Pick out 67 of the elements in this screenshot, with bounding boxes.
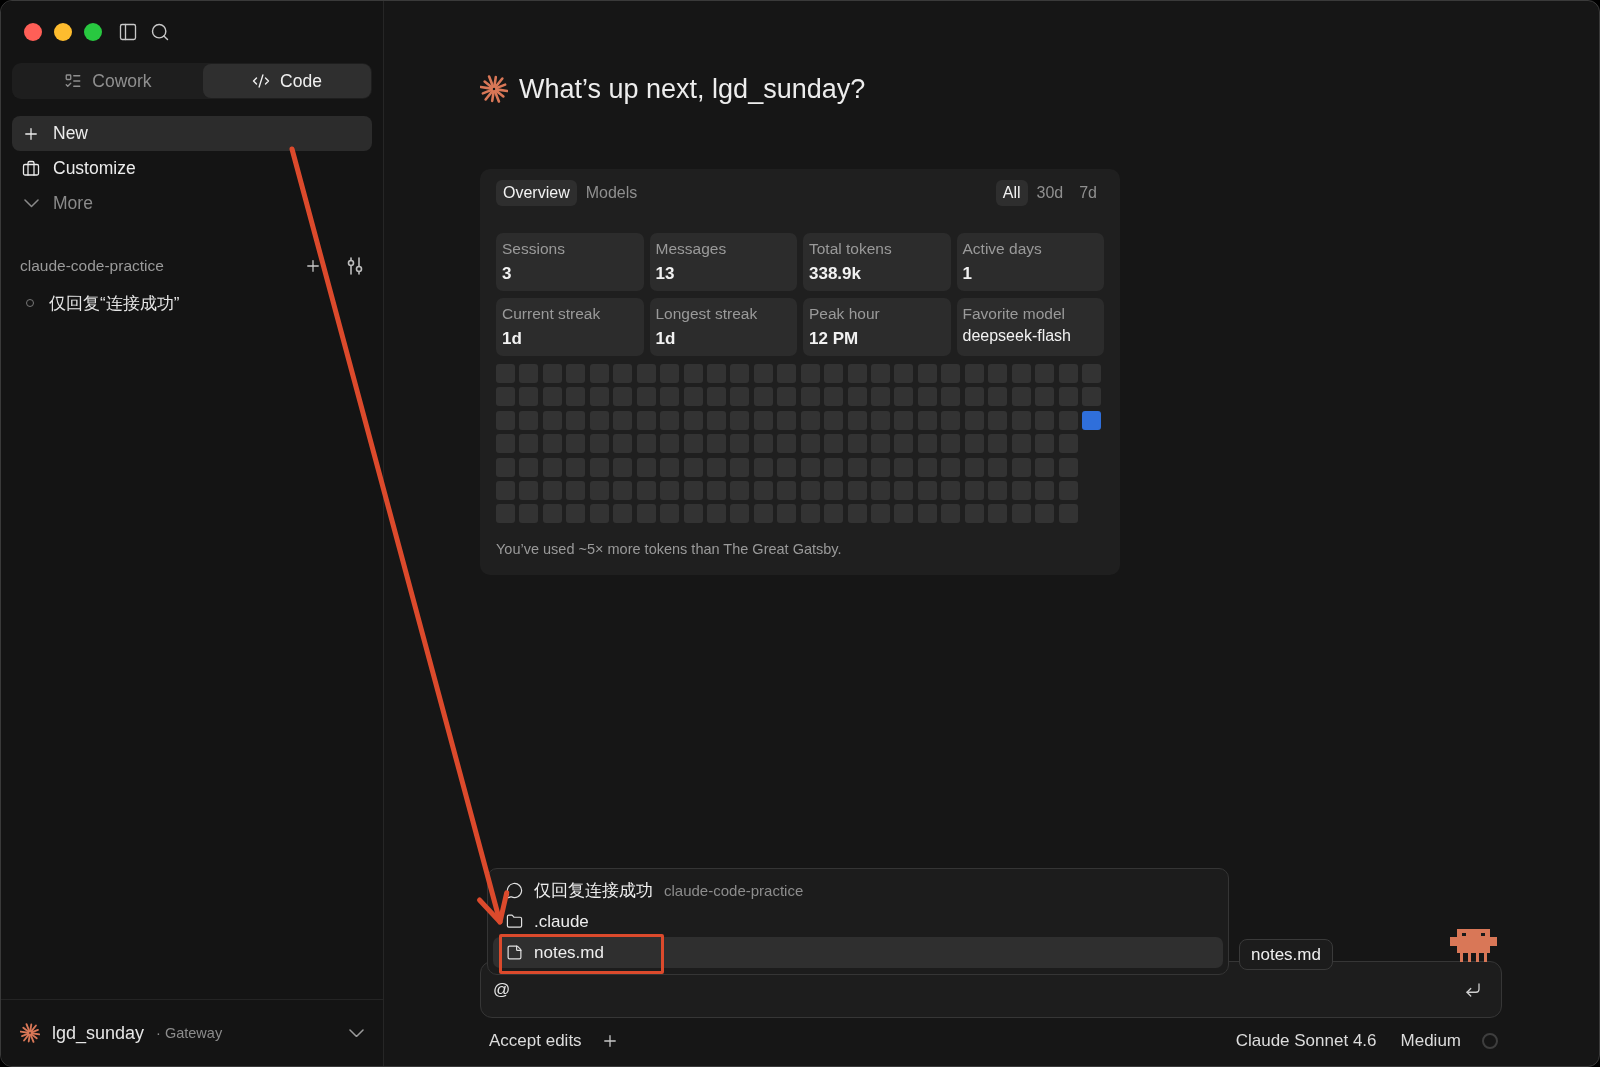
- stat-value: 338.9k: [809, 263, 861, 285]
- window-minimize-button[interactable]: [54, 23, 72, 41]
- chat-bubble-icon: [506, 882, 523, 899]
- window-close-button[interactable]: [24, 23, 42, 41]
- chevron-down-icon[interactable]: [349, 1028, 364, 1038]
- model-selector[interactable]: Claude Sonnet 4.6: [1235, 1030, 1377, 1051]
- stat-label: Sessions: [502, 239, 565, 259]
- nav-item-label: More: [53, 193, 93, 214]
- account-name: lgd_sunday: [52, 1022, 145, 1044]
- stat-value: 3: [502, 263, 512, 285]
- project-name: claude-code-practice: [20, 257, 165, 275]
- stat-value: 1d: [655, 328, 676, 350]
- mention-option[interactable]: notes.md: [493, 937, 1223, 968]
- stat-label: Peak hour: [809, 304, 880, 324]
- nav-item[interactable]: More: [12, 186, 372, 221]
- briefcase-icon: [22, 159, 40, 178]
- stat-value: 1d: [502, 328, 522, 350]
- effort-selector[interactable]: Medium: [1400, 1030, 1461, 1051]
- window-zoom-button[interactable]: [84, 23, 102, 41]
- stat-label: Longest streak: [655, 304, 758, 324]
- view-tab[interactable]: Models: [578, 180, 645, 206]
- option-label: .claude: [534, 911, 589, 932]
- stat-value: 1: [962, 263, 972, 285]
- checklist-icon: [64, 72, 83, 90]
- plus-icon[interactable]: [304, 257, 322, 275]
- range-tab[interactable]: All: [995, 180, 1028, 206]
- stat-label: Favorite model: [962, 304, 1065, 324]
- folder-icon: [506, 913, 523, 930]
- pixel-creature-icon: [1450, 929, 1497, 962]
- option-detail: claude-code-practice: [664, 882, 804, 899]
- stat-label: Total tokens: [809, 239, 892, 259]
- nav-item-label: Customize: [53, 158, 136, 179]
- mention-option[interactable]: .claude: [493, 906, 1223, 937]
- permission-mode-button[interactable]: Accept edits: [489, 1030, 582, 1051]
- note-file-icon: [506, 944, 523, 961]
- mode-tab[interactable]: Cowork: [13, 64, 203, 98]
- nav-item-label: New: [53, 123, 88, 144]
- session-item[interactable]: 仅回复“连接成功”: [12, 286, 372, 320]
- usage-note: You’ve used ~5× more tokens than The Great Gatsby.: [496, 540, 843, 559]
- option-label: 仅回复连接成功: [534, 880, 653, 902]
- file-tooltip: notes.md: [1239, 939, 1333, 970]
- chevron-down-icon: [23, 199, 39, 208]
- stat-value: 13: [655, 263, 675, 285]
- option-label: notes.md: [534, 942, 604, 963]
- context-ring-icon: [1482, 1032, 1498, 1049]
- nav-item[interactable]: Customize: [12, 151, 372, 186]
- nav-item[interactable]: New: [12, 116, 372, 151]
- stat-label: Messages: [655, 239, 727, 259]
- view-tab[interactable]: Overview: [496, 180, 577, 206]
- range-tab[interactable]: 7d: [1072, 180, 1104, 206]
- account-bar[interactable]: lgd_sunday · Gateway: [1, 999, 383, 1066]
- stat-value: 12 PM: [809, 328, 859, 350]
- search-icon[interactable]: [150, 22, 170, 42]
- greeting-heading: What’s up next, lgd_sunday?: [519, 73, 866, 105]
- mention-option[interactable]: 仅回复连接成功 claude-code-practice: [493, 875, 1223, 906]
- sliders-icon[interactable]: [346, 257, 364, 275]
- mode-tab[interactable]: Code: [202, 64, 371, 98]
- stat-label: Current streak: [502, 304, 601, 324]
- account-plan: · Gateway: [156, 1025, 224, 1041]
- sunburst-icon: [480, 75, 508, 103]
- stat-value: deepseek-flash: [962, 326, 1071, 346]
- sunburst-icon: [20, 1023, 40, 1043]
- stat-label: Active days: [962, 239, 1042, 259]
- session-title: 仅回复“连接成功”: [49, 292, 180, 315]
- sidebar-toggle-icon[interactable]: [118, 22, 138, 42]
- range-tab[interactable]: 30d: [1029, 180, 1071, 206]
- code-brackets-icon: [252, 72, 271, 90]
